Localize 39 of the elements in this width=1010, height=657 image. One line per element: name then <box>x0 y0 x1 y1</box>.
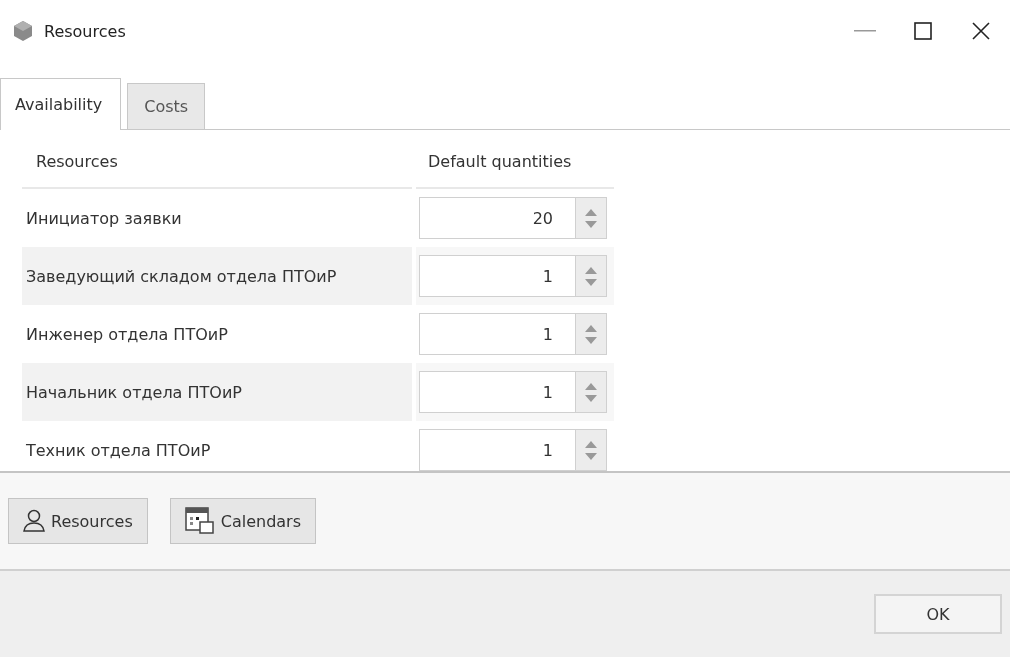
column-header: Default quantities <box>416 152 614 189</box>
column-header: Resources <box>22 152 412 189</box>
spin-buttons[interactable] <box>575 429 607 471</box>
quantity-field[interactable]: 20 <box>419 197 575 239</box>
down-arrow-icon[interactable] <box>585 394 597 402</box>
quantity-field[interactable]: 1 <box>419 255 575 297</box>
down-arrow-icon[interactable] <box>585 220 597 228</box>
resource-cell-text: Техник отдела ПТОиР <box>25 439 212 462</box>
tab[interactable]: Costs <box>127 83 206 129</box>
quantity-field[interactable]: 1 <box>419 371 575 413</box>
spin-buttons[interactable] <box>575 371 607 413</box>
tab[interactable]: Availability <box>0 78 122 130</box>
person-icon <box>23 509 45 533</box>
spin-buttons[interactable] <box>575 197 607 239</box>
calendar-icon <box>184 507 215 535</box>
minimize-icon[interactable] <box>854 30 876 32</box>
down-arrow-icon[interactable] <box>585 278 597 286</box>
down-arrow-icon[interactable] <box>585 336 597 344</box>
maximize-icon[interactable] <box>914 22 932 40</box>
resource-cell-text: Инженер отдела ПТОиР <box>25 323 229 346</box>
resource-cell: Начальник отдела ПТОиР <box>22 363 412 421</box>
up-arrow-icon[interactable] <box>585 324 597 332</box>
resource-cell: Заведующий складом отдела ПТОиР <box>22 247 412 305</box>
calendars-button[interactable]: Calendars <box>169 498 316 544</box>
ok-button[interactable]: OK <box>874 594 1002 634</box>
spin-buttons[interactable] <box>575 313 607 355</box>
up-arrow-icon[interactable] <box>585 440 597 448</box>
window-title: Resources <box>44 21 126 41</box>
spin-buttons[interactable] <box>575 255 607 297</box>
up-arrow-icon[interactable] <box>585 382 597 390</box>
resource-cell-text: Инициатор заявки <box>25 207 183 230</box>
quantity-field[interactable]: 1 <box>419 429 575 471</box>
resources-button[interactable]: Resources <box>8 498 148 544</box>
up-arrow-icon[interactable] <box>585 266 597 274</box>
up-arrow-icon[interactable] <box>585 208 597 216</box>
quantity-field[interactable]: 1 <box>419 313 575 355</box>
app-icon <box>12 20 34 42</box>
close-icon[interactable] <box>972 22 990 40</box>
down-arrow-icon[interactable] <box>585 452 597 460</box>
